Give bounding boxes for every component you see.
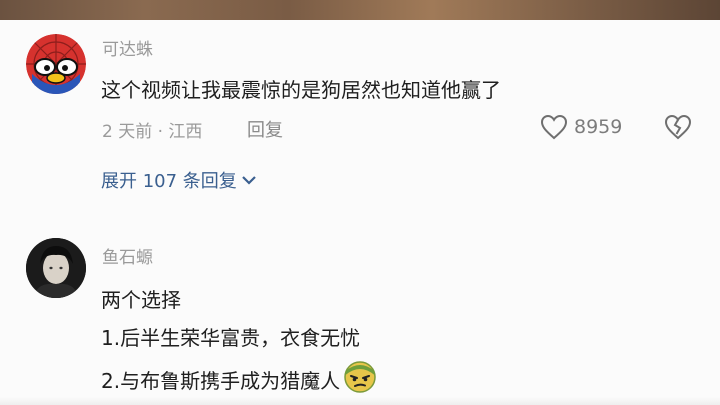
expand-replies-label: 展开 107 条回复 (101, 171, 237, 192)
chevron-down-icon (242, 176, 256, 185)
heart-icon (540, 114, 568, 140)
video-frame-edge (0, 0, 720, 20)
comment-text-line: 两个选择 (101, 288, 181, 312)
broken-heart-icon (664, 114, 692, 140)
comment-section: 可达蛛 这个视频让我最震惊的是狗居然也知道他赢了 2 天前 · 江西 回复 89… (0, 0, 720, 405)
comment-meta: 2 天前 · 江西 (102, 122, 203, 142)
avatar[interactable] (26, 34, 86, 94)
smirk-emoji-icon (344, 361, 376, 398)
avatar[interactable] (26, 238, 86, 298)
comment-text-line: 1.后半生荣华富贵，衣食无忧 (101, 326, 361, 350)
comment-text: 这个视频让我最震惊的是狗居然也知道他赢了 (101, 78, 501, 102)
bottom-fade (0, 397, 720, 405)
reply-button[interactable]: 回复 (247, 116, 283, 142)
username[interactable]: 可达蛛 (102, 35, 153, 60)
like-count: 8959 (574, 116, 623, 138)
like-button[interactable]: 8959 (540, 114, 622, 140)
expand-replies-link[interactable]: 展开 107 条回复 (101, 167, 258, 193)
comment-text-line-with-emoji: 2.与布鲁斯携手成为猎魔人 (101, 361, 376, 398)
username[interactable]: 鱼石螈 (102, 243, 153, 268)
comment-text-line: 2.与布鲁斯携手成为猎魔人 (101, 369, 341, 393)
spiderman-avatar-icon (26, 34, 86, 94)
person-avatar-icon (26, 238, 86, 298)
dislike-button[interactable] (664, 114, 692, 144)
